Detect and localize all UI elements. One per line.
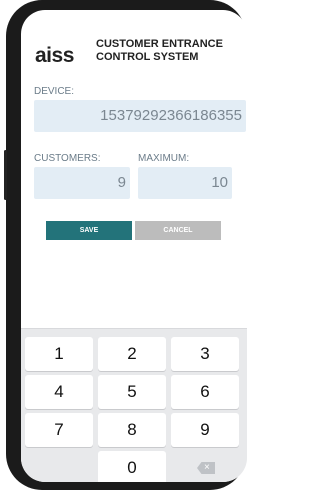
save-button[interactable]: SAVE bbox=[46, 221, 132, 240]
key-0[interactable]: 0 bbox=[98, 451, 166, 482]
key-6[interactable]: 6 bbox=[171, 375, 239, 409]
key-7[interactable]: 7 bbox=[25, 413, 93, 447]
maximum-label: MAXIMUM: bbox=[138, 153, 190, 164]
backspace-icon: × bbox=[197, 462, 215, 474]
logo-text: aiss bbox=[35, 44, 74, 67]
title-line-2: CONTROL SYSTEM bbox=[96, 51, 199, 63]
device-field[interactable]: 15379292366186355 bbox=[34, 100, 246, 132]
key-3[interactable]: 3 bbox=[171, 337, 239, 371]
phone-frame: aiss CUSTOMER ENTRANCE CONTROL SYSTEM DE… bbox=[4, 0, 247, 490]
side-button-left bbox=[4, 150, 7, 200]
key-4[interactable]: 4 bbox=[25, 375, 93, 409]
app-screen: aiss CUSTOMER ENTRANCE CONTROL SYSTEM DE… bbox=[21, 10, 247, 482]
device-label: DEVICE: bbox=[34, 86, 75, 97]
title-line-1: CUSTOMER ENTRANCE bbox=[96, 38, 223, 50]
customers-label: CUSTOMERS: bbox=[34, 153, 101, 164]
page-title: CUSTOMER ENTRANCE CONTROL SYSTEM bbox=[96, 38, 223, 64]
app-header: aiss CUSTOMER ENTRANCE CONTROL SYSTEM bbox=[21, 10, 247, 78]
aiss-logo: aiss bbox=[35, 44, 74, 68]
key-9[interactable]: 9 bbox=[171, 413, 239, 447]
customers-field[interactable]: 9 bbox=[34, 167, 130, 199]
maximum-field[interactable]: 10 bbox=[138, 167, 232, 199]
key-5[interactable]: 5 bbox=[98, 375, 166, 409]
numeric-keypad: 1 2 3 4 5 6 7 8 9 0 × bbox=[21, 328, 247, 482]
backspace-key[interactable]: × bbox=[171, 451, 239, 482]
key-8[interactable]: 8 bbox=[98, 413, 166, 447]
key-1[interactable]: 1 bbox=[25, 337, 93, 371]
key-2[interactable]: 2 bbox=[98, 337, 166, 371]
cancel-button[interactable]: CANCEL bbox=[135, 221, 221, 240]
